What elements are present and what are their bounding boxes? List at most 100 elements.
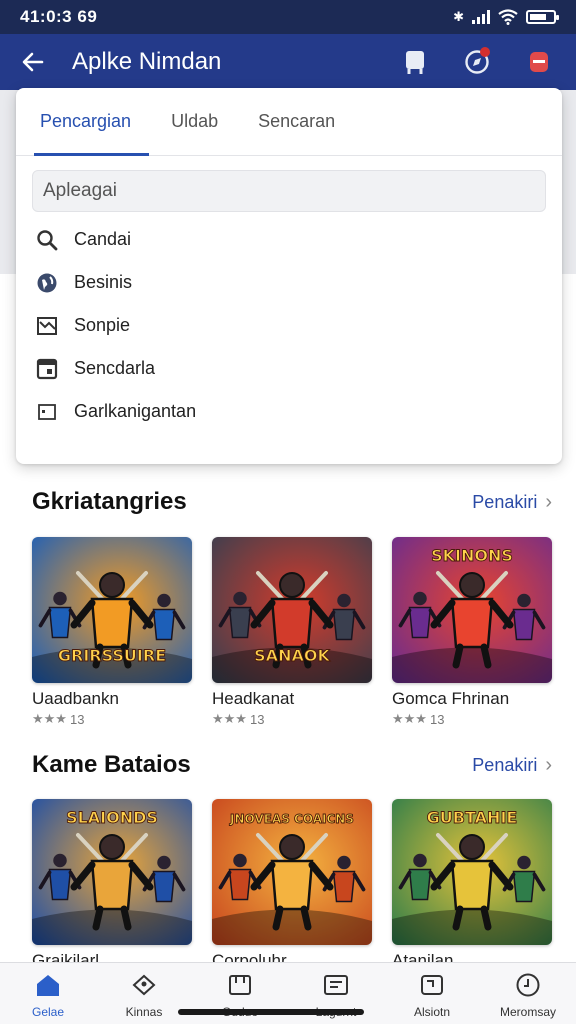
tab-uldab[interactable]: Uldab xyxy=(165,88,236,155)
window-icon xyxy=(34,399,60,425)
arrow-left-icon xyxy=(22,52,44,72)
nav-label: Gelae xyxy=(31,1005,65,1019)
menu-item-label: Sonpie xyxy=(74,315,131,335)
back-button[interactable] xyxy=(16,45,50,79)
game-card[interactable]: GUBTAHIE Atanilan xyxy=(392,799,552,971)
menu-item-candai[interactable]: Candai xyxy=(16,218,562,261)
game-card[interactable]: SANAOK Headkanat ★★★ 13 xyxy=(212,537,372,727)
alert-button[interactable] xyxy=(522,45,556,79)
artwork-logo-text: SANAOK xyxy=(254,646,330,665)
game-grid: SLAIONDS Graikilarl JNOVEAS COAICNS Corp… xyxy=(32,799,552,971)
apps-icon xyxy=(225,971,255,999)
game-grid: GRIRSSUIRE Uaadbankn ★★★ 13 SANAOK Headka… xyxy=(32,537,552,727)
home-icon xyxy=(33,971,63,999)
game-thumbnail[interactable]: SLAIONDS xyxy=(32,799,192,945)
nav-item-alsiotn[interactable]: Alsiotn xyxy=(387,971,477,1019)
tab-pencargian[interactable]: Pencargian xyxy=(34,88,150,156)
game-rating: ★★★ 13 xyxy=(392,711,552,727)
game-rating: ★★★ 13 xyxy=(212,711,372,727)
section-title: Gkriatangries xyxy=(32,488,187,515)
section-header: Gkriatangries Penakiri › xyxy=(32,488,552,516)
artwork-logo-text: GRIRSSUIRE xyxy=(58,646,166,665)
system-icons: ✱ xyxy=(453,9,559,25)
vibrate-icon: ✱ xyxy=(453,9,464,24)
chevron-right-icon: › xyxy=(545,753,552,776)
game-artwork: SANAOK xyxy=(212,537,372,683)
nav-item-kinnas[interactable]: Kinnas xyxy=(99,971,189,1019)
game-artwork: JNOVEAS COAICNS xyxy=(212,799,372,945)
calendar-icon xyxy=(34,356,60,382)
tab-sencaran[interactable]: Sencaran xyxy=(252,88,353,155)
game-card[interactable]: GRIRSSUIRE Uaadbankn ★★★ 13 xyxy=(32,537,192,727)
section-title: Kame Bataios xyxy=(32,751,191,778)
game-rating: ★★★ 13 xyxy=(32,711,192,727)
game-thumbnail[interactable]: SANAOK xyxy=(212,537,372,683)
app-title: Aplke Nimdan xyxy=(72,48,222,75)
menu-item-label: Candai xyxy=(74,229,132,249)
note-icon xyxy=(321,971,351,999)
game-card[interactable]: SLAIONDS Graikilarl xyxy=(32,799,192,971)
game-name: Headkanat xyxy=(212,689,295,708)
puzzle-icon xyxy=(417,971,447,999)
game-artwork: SLAIONDS xyxy=(32,799,192,945)
artwork-logo-text: JNOVEAS COAICNS xyxy=(229,812,354,826)
status-bar: 41:0:3 69 ✱ xyxy=(0,0,576,34)
nav-item-meromsay[interactable]: Meromsay xyxy=(483,971,573,1019)
notification-badge xyxy=(480,47,490,57)
game-name: Uaadbankn xyxy=(32,689,119,708)
signal-icon xyxy=(472,10,490,24)
search-box[interactable] xyxy=(32,170,546,212)
rating-value: 13 xyxy=(249,711,265,727)
stars-icon: ★★★ xyxy=(32,711,67,726)
bookmark-button[interactable] xyxy=(398,45,432,79)
alert-icon xyxy=(530,52,548,72)
rating-value: 13 xyxy=(429,711,445,727)
game-card[interactable]: JNOVEAS COAICNS Corpoluhr xyxy=(212,799,372,971)
see-more-label: Penakiri xyxy=(472,491,538,512)
menu-item-label: Sencdarla xyxy=(74,358,156,378)
clock-icon xyxy=(513,971,543,999)
nav-item-gelae[interactable]: Gelae xyxy=(3,971,93,1019)
game-name: Gomca Fhrinan xyxy=(392,689,510,708)
game-thumbnail[interactable]: JNOVEAS COAICNS xyxy=(212,799,372,945)
search-input[interactable] xyxy=(43,180,535,202)
see-more-label: Penakiri xyxy=(472,754,538,775)
game-card[interactable]: SKINONS Gomca Fhrinan ★★★ 13 xyxy=(392,537,552,727)
game-thumbnail[interactable]: GRIRSSUIRE xyxy=(32,537,192,683)
app-bar: Aplke Nimdan xyxy=(0,34,576,90)
search-icon xyxy=(34,227,60,253)
globe-icon xyxy=(34,270,60,296)
menu-item-garlkanigantan[interactable]: Garlkanigantan xyxy=(16,390,562,433)
game-artwork: GUBTAHIE xyxy=(392,799,552,945)
see-more-link[interactable]: Penakiri › xyxy=(472,754,552,777)
game-artwork: GRIRSSUIRE xyxy=(32,537,192,683)
artwork-logo-text: GUBTAHIE xyxy=(427,808,518,827)
menu-item-sonpie[interactable]: Sonpie xyxy=(16,304,562,347)
home-indicator xyxy=(178,1009,364,1015)
artwork-logo-text: SLAIONDS xyxy=(66,808,158,827)
search-panel: Pencargian Uldab Sencaran Candai Besinis… xyxy=(16,88,562,464)
menu-item-label: Besinis xyxy=(74,272,133,292)
nav-label: Meromsay xyxy=(499,1005,556,1019)
see-more-link[interactable]: Penakiri › xyxy=(472,491,552,514)
nav-label: Kinnas xyxy=(125,1005,163,1019)
suggestion-list: Candai Besinis Sonpie Sencdarla Garlkani… xyxy=(16,218,562,433)
menu-item-sencdarla[interactable]: Sencdarla xyxy=(16,347,562,390)
menu-item-label: Garlkanigantan xyxy=(74,401,197,421)
game-thumbnail[interactable]: GUBTAHIE xyxy=(392,799,552,945)
battery-icon xyxy=(526,10,559,24)
menu-item-besinis[interactable]: Besinis xyxy=(16,261,562,304)
tag-icon xyxy=(129,971,159,999)
bookmark-icon xyxy=(406,51,424,74)
stars-icon: ★★★ xyxy=(392,711,427,726)
artwork-logo-text: SKINONS xyxy=(431,546,513,565)
game-artwork: SKINONS xyxy=(392,537,552,683)
nav-label: Alsiotn xyxy=(413,1005,451,1019)
notifications-button[interactable] xyxy=(460,45,494,79)
status-time: 41:0:3 69 xyxy=(20,7,98,26)
wifi-icon xyxy=(498,9,518,25)
game-thumbnail[interactable]: SKINONS xyxy=(392,537,552,683)
stars-icon: ★★★ xyxy=(212,711,247,726)
section-header: Kame Bataios Penakiri › xyxy=(32,751,552,779)
rating-value: 13 xyxy=(69,711,85,727)
